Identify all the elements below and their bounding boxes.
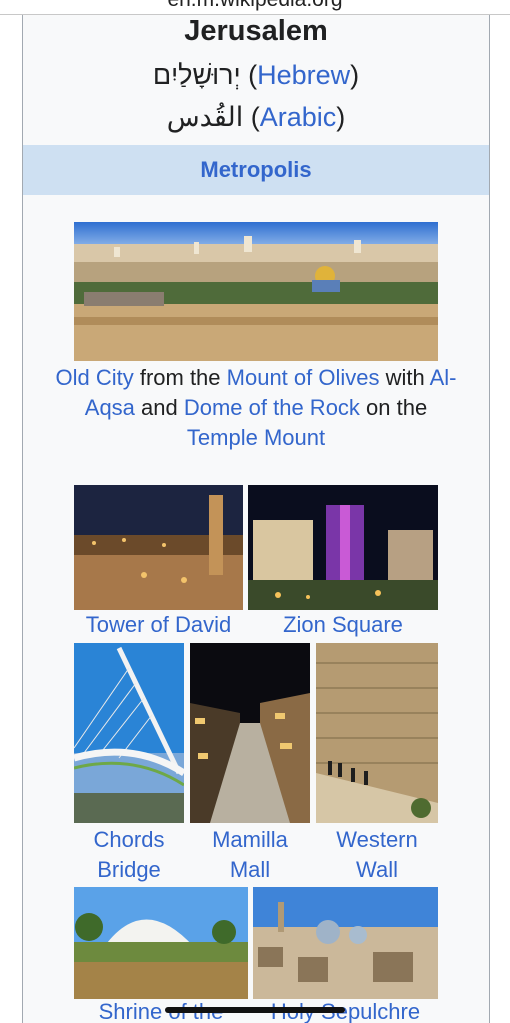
close-paren: ) (336, 102, 346, 132)
url-text: en.m.wikipedia.org (0, 0, 510, 12)
mamilla-mall-caption[interactable]: Mamilla Mall (190, 825, 310, 885)
infobox-title: Jerusalem (184, 15, 328, 47)
caption-line: Western (336, 827, 418, 852)
shrine-of-the-book-photo[interactable] (74, 887, 248, 999)
browser-url-bar[interactable]: en.m.wikipedia.org (0, 0, 510, 14)
tower-of-david-photo[interactable] (74, 485, 243, 610)
zion-square-caption[interactable]: Zion Square (248, 610, 438, 640)
old-city-caption: Old City from the Mount of Olives with A… (53, 363, 459, 453)
infobox-section-header: Metropolis (23, 145, 489, 195)
hebrew-name: יְרוּשָׁלַיִם (152, 60, 241, 90)
hebrew-name-line: יְרוּשָׁלַיִם (Hebrew) (23, 57, 489, 93)
dome-of-the-rock-link[interactable]: Dome of the Rock (184, 395, 360, 420)
old-city-link[interactable]: Old City (55, 365, 133, 390)
caption-text: with (379, 365, 430, 390)
arabic-name-line: القُدس (Arabic) (23, 99, 489, 135)
temple-mount-link[interactable]: Temple Mount (187, 425, 325, 450)
caption-text: from the (133, 365, 227, 390)
hebrew-language-link[interactable]: Hebrew (257, 60, 350, 90)
open-paren: ( (250, 102, 260, 132)
caption-line: Wall (356, 857, 398, 882)
arabic-language-link[interactable]: Arabic (260, 102, 337, 132)
caption-line: Mamilla (212, 827, 288, 852)
mount-of-olives-link[interactable]: Mount of Olives (227, 365, 380, 390)
mamilla-mall-photo[interactable] (190, 643, 310, 823)
infobox: Jerusalem יְרוּשָׁלַיִם (Hebrew) القُدس … (22, 15, 490, 1023)
tower-of-david-caption[interactable]: Tower of David (74, 610, 243, 640)
caption-line: Chords (93, 827, 165, 852)
zion-square-photo[interactable] (248, 485, 438, 610)
caption-text: and (134, 395, 184, 420)
open-paren: ( (248, 60, 258, 90)
old-city-photo[interactable] (74, 222, 438, 361)
caption-text: on the (359, 395, 428, 420)
arabic-name: القُدس (166, 102, 244, 132)
caption-line: Bridge (97, 857, 161, 882)
home-indicator[interactable] (165, 1007, 345, 1013)
chords-bridge-caption[interactable]: Chords Bridge (74, 825, 184, 885)
chords-bridge-photo[interactable] (74, 643, 184, 823)
caption-line: Mall (229, 857, 271, 882)
holy-sepulchre-photo[interactable] (253, 887, 438, 999)
western-wall-caption[interactable]: Western Wall (316, 825, 438, 885)
category-label[interactable]: Metropolis (23, 145, 489, 195)
western-wall-photo[interactable] (316, 643, 438, 823)
close-paren: ) (350, 60, 360, 90)
